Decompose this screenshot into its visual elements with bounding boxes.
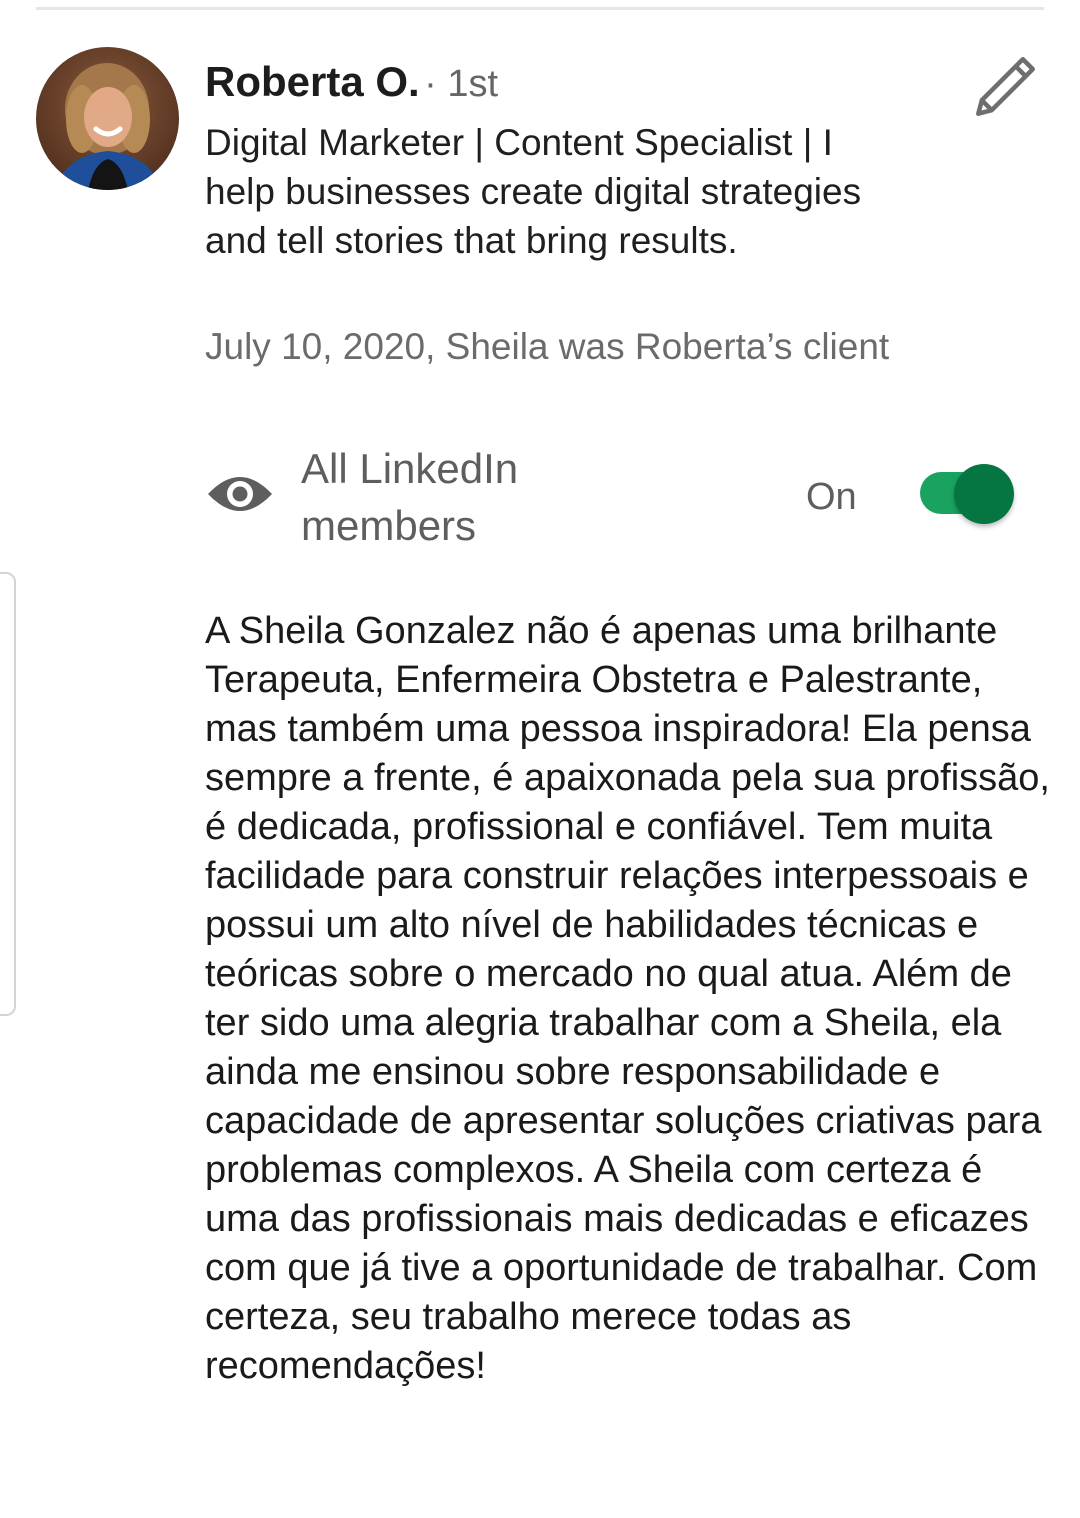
edit-button[interactable] [970, 50, 1042, 118]
toggle-state-label: On [806, 476, 857, 518]
recommender-name[interactable]: Roberta O. [205, 58, 420, 105]
recommendation-text: A Sheila Gonzalez não é apenas uma brilh… [205, 610, 1050, 1387]
left-edge-panel [0, 572, 16, 1016]
top-divider [36, 7, 1044, 10]
connection-degree: · 1st [424, 63, 499, 105]
visibility-label: All LinkedIn members [301, 445, 519, 549]
avatar[interactable] [36, 47, 179, 190]
name-row: Roberta O. · 1st [205, 56, 498, 118]
pencil-icon [976, 57, 1035, 116]
relationship-info: July 10, 2020, Sheila was Roberta’s clie… [205, 326, 890, 367]
profile-photo [36, 47, 179, 190]
eye-icon [206, 468, 274, 520]
visibility-toggle[interactable] [920, 462, 1020, 526]
recommender-headline: Digital Marketer | Content Specialist | … [205, 122, 862, 261]
toggle-thumb[interactable] [954, 464, 1014, 524]
